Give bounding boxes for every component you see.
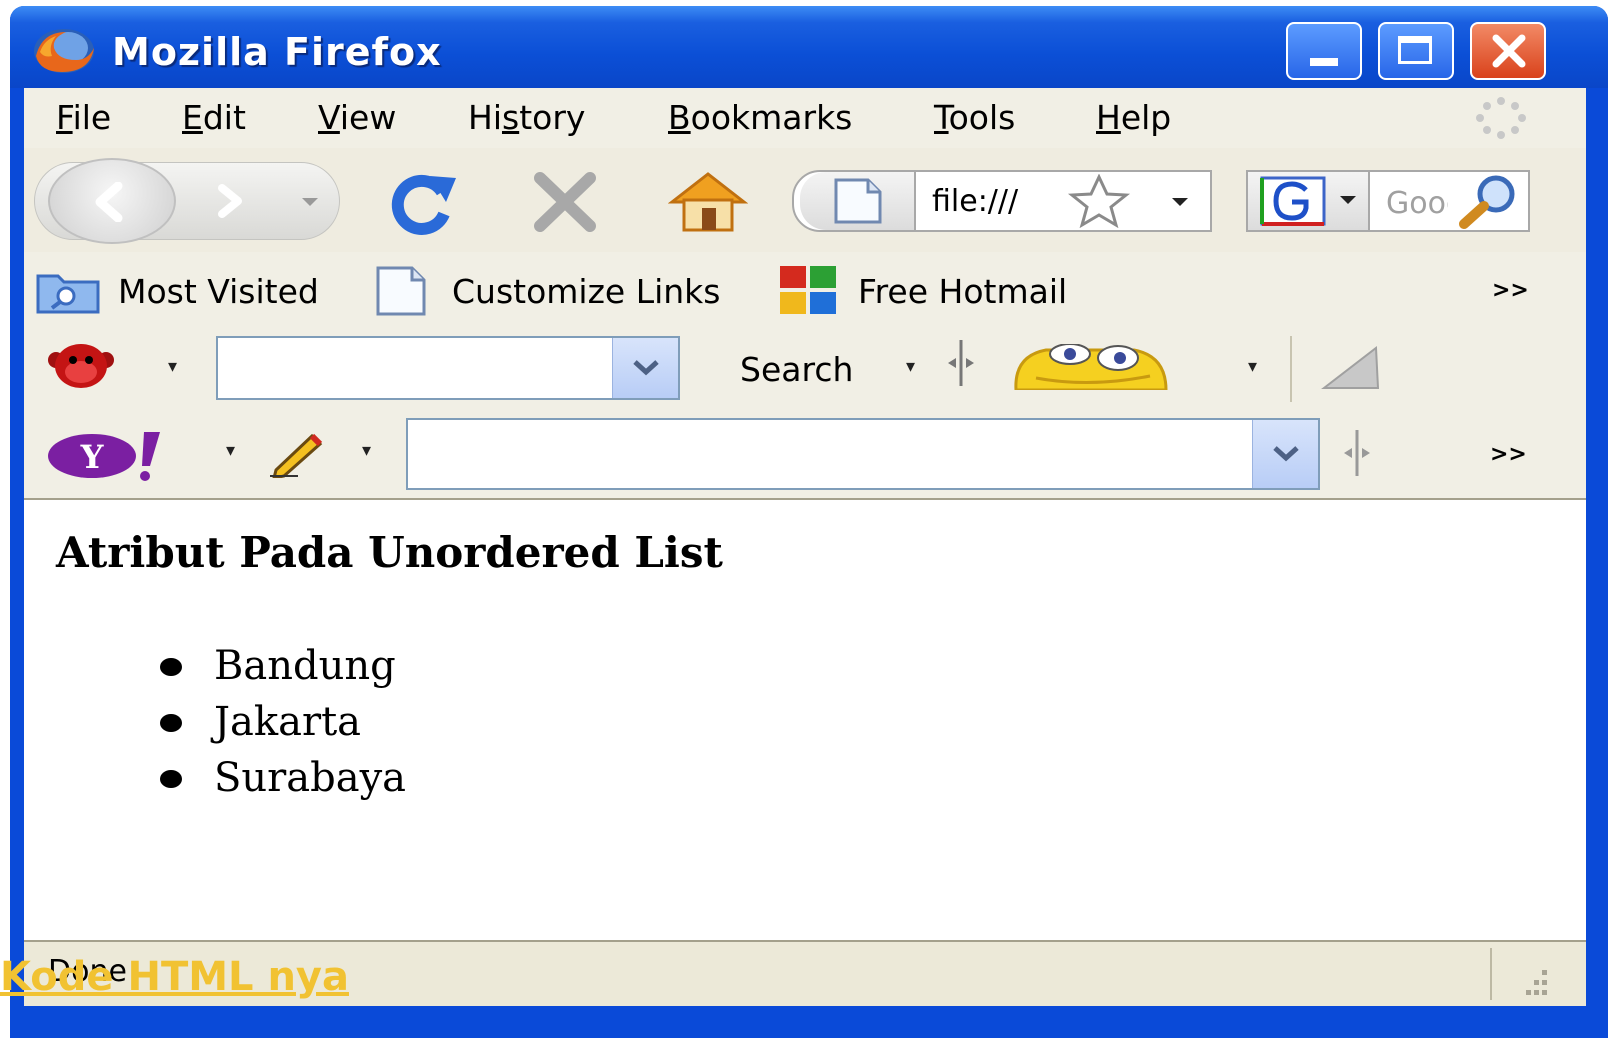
bullet-icon — [160, 714, 182, 732]
minimize-icon — [1310, 58, 1338, 66]
reload-icon — [391, 174, 456, 235]
menu-tools[interactable]: Tools — [934, 98, 1015, 137]
list-item: Surabaya — [158, 750, 406, 806]
status-separator — [1490, 948, 1492, 1000]
magnifier-icon — [1459, 175, 1515, 229]
chevron-down-icon[interactable]: ▾ — [1248, 356, 1257, 377]
highlighter-icon — [1321, 346, 1380, 389]
bookmark-label[interactable]: Free Hotmail — [858, 272, 1067, 311]
menu-file[interactable]: File — [56, 98, 111, 137]
monkey-icon — [48, 344, 114, 388]
yahoo-overflow-button[interactable]: >> — [1490, 442, 1527, 467]
menu-bookmarks[interactable]: Bookmarks — [668, 98, 852, 137]
smiley-button[interactable] — [1010, 343, 1170, 392]
folder-search-icon — [36, 274, 100, 314]
chevron-down-icon[interactable]: ▾ — [362, 440, 371, 461]
home-button[interactable] — [667, 168, 749, 234]
home-icon — [667, 172, 749, 232]
google-icon — [1260, 176, 1326, 226]
bookmarks-overflow-button[interactable]: >> — [1492, 278, 1529, 303]
page-icon — [376, 266, 426, 316]
menu-view[interactable]: View — [318, 98, 396, 137]
close-icon — [1492, 34, 1526, 68]
url-dropdown-button[interactable] — [1162, 190, 1198, 214]
toolbar-grip-icon — [1340, 428, 1374, 478]
star-icon — [1067, 173, 1131, 229]
list-item: Jakarta — [158, 694, 406, 750]
maximize-icon — [1398, 36, 1432, 64]
stop-icon — [534, 172, 596, 232]
list-item: Bandung — [158, 638, 406, 694]
menu-edit[interactable]: Edit — [182, 98, 246, 137]
site-identity-button[interactable] — [800, 172, 916, 230]
list-item-text: Bandung — [214, 643, 396, 689]
bookmark-star-button[interactable] — [1064, 173, 1134, 229]
bookmark-customize-links[interactable] — [372, 266, 432, 316]
stop-button[interactable] — [528, 170, 602, 234]
yahoo-search-input[interactable] — [406, 418, 1320, 490]
throbber-icon — [1476, 97, 1526, 139]
chevron-down-icon — [1340, 196, 1356, 204]
list-item-text: Surabaya — [214, 755, 407, 801]
window-bottom-border — [10, 1006, 1608, 1038]
list-item-text: Jakarta — [214, 699, 362, 745]
chevron-down-icon — [1172, 198, 1188, 206]
chevron-down-icon — [1273, 446, 1299, 462]
overlay-caption: Kode HTML nya — [0, 954, 349, 1000]
page-heading: Atribut Pada Unordered List — [56, 528, 723, 577]
yahoo-logo-icon: Y — [48, 432, 160, 481]
pencil-icon — [270, 433, 323, 480]
windows-live-icon — [780, 266, 836, 314]
bookmark-free-hotmail[interactable] — [776, 264, 840, 316]
menu-history[interactable]: History — [468, 98, 585, 137]
resize-grip-icon[interactable] — [1512, 964, 1552, 1000]
forward-icon — [218, 184, 242, 218]
city-list: Bandung Jakarta Surabaya — [158, 638, 406, 806]
firefox-logo-icon — [34, 29, 94, 73]
chevron-down-icon — [302, 198, 318, 206]
toolbar-separator — [1290, 336, 1292, 402]
yahoo-logo-button[interactable]: Y — [46, 428, 166, 482]
search-placeholder[interactable]: Google — [1386, 186, 1448, 221]
svg-text:Y: Y — [80, 438, 105, 476]
addon-search-input[interactable] — [216, 336, 680, 400]
search-engine-button[interactable] — [1248, 172, 1370, 230]
chevron-down-icon — [633, 360, 659, 376]
url-text[interactable]: file:/// — [932, 184, 1048, 219]
pencil-button[interactable] — [268, 428, 326, 480]
history-dropdown-button[interactable] — [290, 190, 330, 214]
forward-button[interactable] — [182, 172, 276, 230]
maximize-button[interactable] — [1378, 22, 1454, 80]
search-go-button[interactable] — [1452, 172, 1522, 230]
chevron-down-icon[interactable]: ▾ — [168, 356, 177, 377]
bullet-icon — [160, 770, 182, 788]
back-icon — [95, 182, 123, 222]
highlighter-button[interactable] — [1320, 342, 1382, 392]
addon-search-dropdown[interactable] — [612, 338, 678, 398]
chevron-down-icon[interactable]: ▾ — [906, 356, 915, 377]
page-icon — [834, 178, 882, 224]
bookmark-label[interactable]: Most Visited — [118, 272, 319, 311]
yahoo-search-dropdown[interactable] — [1252, 420, 1318, 488]
close-button[interactable] — [1470, 22, 1546, 80]
addon-search-button[interactable]: Search — [740, 350, 853, 389]
reload-button[interactable] — [384, 168, 460, 236]
back-button[interactable] — [48, 158, 176, 244]
chevron-down-icon[interactable]: ▾ — [226, 440, 235, 461]
bookmark-label[interactable]: Customize Links — [452, 272, 720, 311]
window-title: Mozilla Firefox — [112, 30, 442, 74]
minimize-button[interactable] — [1286, 22, 1362, 80]
monkey-button[interactable] — [46, 340, 116, 394]
smiley-icon — [1014, 343, 1168, 392]
bullet-icon — [160, 658, 182, 676]
toolbar-grip-icon — [944, 338, 978, 388]
menu-help[interactable]: Help — [1096, 98, 1171, 137]
